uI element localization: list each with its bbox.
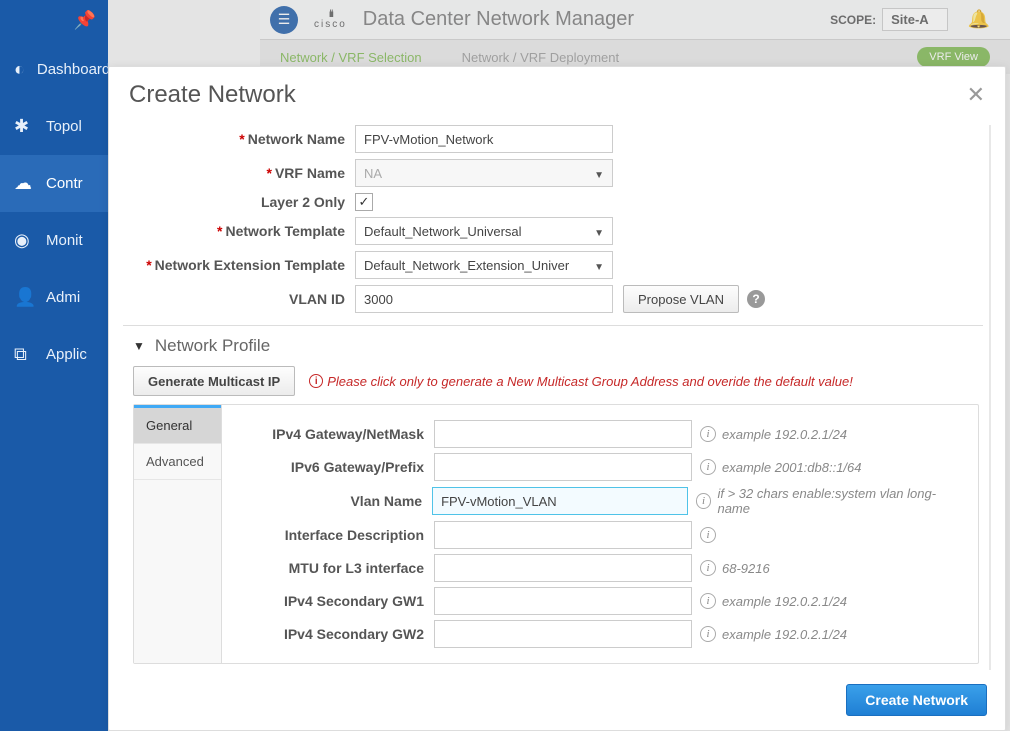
ipv4-sec-gw1-hint: example 192.0.2.1/24 bbox=[722, 594, 847, 609]
network-template-label: Network Template bbox=[225, 223, 345, 239]
pin-icon[interactable]: 📌 bbox=[0, 0, 108, 41]
vlan-id-input[interactable] bbox=[355, 285, 613, 313]
create-network-button[interactable]: Create Network bbox=[846, 684, 987, 716]
vlan-name-input[interactable] bbox=[432, 487, 688, 515]
profile-tabs: General Advanced bbox=[134, 405, 222, 663]
info-icon[interactable]: i bbox=[700, 626, 716, 642]
network-ext-template-value: Default_Network_Extension_Univer bbox=[364, 258, 569, 273]
chevron-down-icon bbox=[594, 258, 604, 273]
sidebar-item-label: Monit bbox=[46, 232, 83, 249]
vrf-name-label: VRF Name bbox=[275, 165, 345, 181]
info-icon[interactable]: i bbox=[700, 560, 716, 576]
modal-header: Create Network ✕ bbox=[109, 67, 1005, 115]
chevron-down-icon: ▼ bbox=[133, 339, 145, 353]
sidebar-item-label: Admi bbox=[46, 289, 80, 306]
info-icon[interactable]: i bbox=[700, 527, 716, 543]
network-ext-template-select[interactable]: Default_Network_Extension_Univer bbox=[355, 251, 613, 279]
apps-icon: ⧉ bbox=[14, 344, 34, 365]
propose-vlan-button[interactable]: Propose VLAN bbox=[623, 285, 739, 313]
layer2-checkbox[interactable]: ✓ bbox=[355, 193, 373, 211]
vlan-name-hint: if > 32 chars enable:system vlan long-na… bbox=[717, 486, 966, 516]
cloud-icon: ☁ bbox=[14, 173, 34, 194]
interface-desc-input[interactable] bbox=[434, 521, 692, 549]
ipv4-sec-gw1-label: IPv4 Secondary GW1 bbox=[234, 593, 434, 609]
network-template-select[interactable]: Default_Network_Universal bbox=[355, 217, 613, 245]
modal-footer: Create Network bbox=[109, 674, 1005, 730]
divider bbox=[123, 325, 983, 326]
ipv4-gateway-label: IPv4 Gateway/NetMask bbox=[234, 426, 434, 442]
generate-multicast-button[interactable]: Generate Multicast IP bbox=[133, 366, 295, 396]
tab-general[interactable]: General bbox=[134, 405, 221, 444]
sidebar-item-label: Applic bbox=[46, 346, 87, 363]
sidebar-item-monitor[interactable]: ◉ Monit bbox=[0, 212, 108, 269]
vrf-name-value: NA bbox=[364, 166, 382, 181]
sidebar-item-dashboard[interactable]: ◐ Dashboard bbox=[0, 41, 108, 98]
sidebar-item-topology[interactable]: ✱ Topol bbox=[0, 98, 108, 155]
ipv4-gateway-input[interactable] bbox=[434, 420, 692, 448]
ipv4-gateway-hint: example 192.0.2.1/24 bbox=[722, 427, 847, 442]
ipv6-gateway-hint: example 2001:db8::1/64 bbox=[722, 460, 862, 475]
ipv4-sec-gw1-input[interactable] bbox=[434, 587, 692, 615]
info-icon[interactable]: i bbox=[700, 426, 716, 442]
tab-advanced[interactable]: Advanced bbox=[134, 444, 221, 480]
sidebar-item-control[interactable]: ☁ Contr bbox=[0, 155, 108, 212]
profile-pane: General Advanced IPv4 Gateway/NetMask i … bbox=[133, 404, 979, 664]
modal-body: *Network Name *VRF Name NA Layer 2 Only … bbox=[109, 115, 1005, 674]
info-icon[interactable]: i bbox=[700, 593, 716, 609]
modal-title: Create Network bbox=[129, 81, 296, 109]
sidebar-item-admin[interactable]: 👤 Admi bbox=[0, 269, 108, 326]
network-ext-template-label: Network Extension Template bbox=[155, 257, 345, 273]
interface-desc-label: Interface Description bbox=[234, 527, 434, 543]
sidebar-item-label: Topol bbox=[46, 118, 82, 135]
close-icon[interactable]: ✕ bbox=[967, 82, 985, 108]
mtu-label: MTU for L3 interface bbox=[234, 560, 434, 576]
user-icon: 👤 bbox=[14, 287, 34, 308]
vrf-name-select[interactable]: NA bbox=[355, 159, 613, 187]
network-template-value: Default_Network_Universal bbox=[364, 224, 522, 239]
profile-fields: IPv4 Gateway/NetMask i example 192.0.2.1… bbox=[222, 405, 978, 663]
vlan-name-label: Vlan Name bbox=[234, 493, 432, 509]
hint-text: Please click only to generate a New Mult… bbox=[327, 374, 853, 389]
info-icon[interactable]: i bbox=[696, 493, 712, 509]
topology-icon: ✱ bbox=[14, 116, 34, 137]
gauge-icon: ◐ bbox=[14, 59, 25, 80]
network-name-input[interactable] bbox=[355, 125, 613, 153]
ipv6-gateway-input[interactable] bbox=[434, 453, 692, 481]
layer2-label: Layer 2 Only bbox=[261, 194, 345, 210]
vlan-id-label: VLAN ID bbox=[289, 291, 345, 307]
info-icon[interactable]: i bbox=[700, 459, 716, 475]
eye-icon: ◉ bbox=[14, 230, 34, 251]
network-name-label: Network Name bbox=[248, 131, 345, 147]
ipv6-gateway-label: IPv6 Gateway/Prefix bbox=[234, 459, 434, 475]
mtu-input[interactable] bbox=[434, 554, 692, 582]
ipv4-sec-gw2-input[interactable] bbox=[434, 620, 692, 648]
mtu-hint: 68-9216 bbox=[722, 561, 770, 576]
sidebar-item-label: Dashboard bbox=[37, 61, 110, 78]
section-title: Network Profile bbox=[155, 336, 270, 356]
chevron-down-icon bbox=[594, 224, 604, 239]
ipv4-sec-gw2-hint: example 192.0.2.1/24 bbox=[722, 627, 847, 642]
ipv4-sec-gw2-label: IPv4 Secondary GW2 bbox=[234, 626, 434, 642]
generate-multicast-hint: i Please click only to generate a New Mu… bbox=[309, 374, 853, 389]
chevron-down-icon bbox=[594, 166, 604, 181]
info-icon: i bbox=[309, 374, 323, 388]
help-icon[interactable]: ? bbox=[747, 290, 765, 308]
network-profile-header[interactable]: ▼ Network Profile bbox=[133, 336, 983, 356]
sidebar-item-applications[interactable]: ⧉ Applic bbox=[0, 326, 108, 383]
sidebar: 📌 ◐ Dashboard ✱ Topol ☁ Contr ◉ Monit 👤 … bbox=[0, 0, 108, 731]
create-network-modal: Create Network ✕ *Network Name *VRF Name… bbox=[108, 66, 1006, 731]
sidebar-item-label: Contr bbox=[46, 175, 83, 192]
